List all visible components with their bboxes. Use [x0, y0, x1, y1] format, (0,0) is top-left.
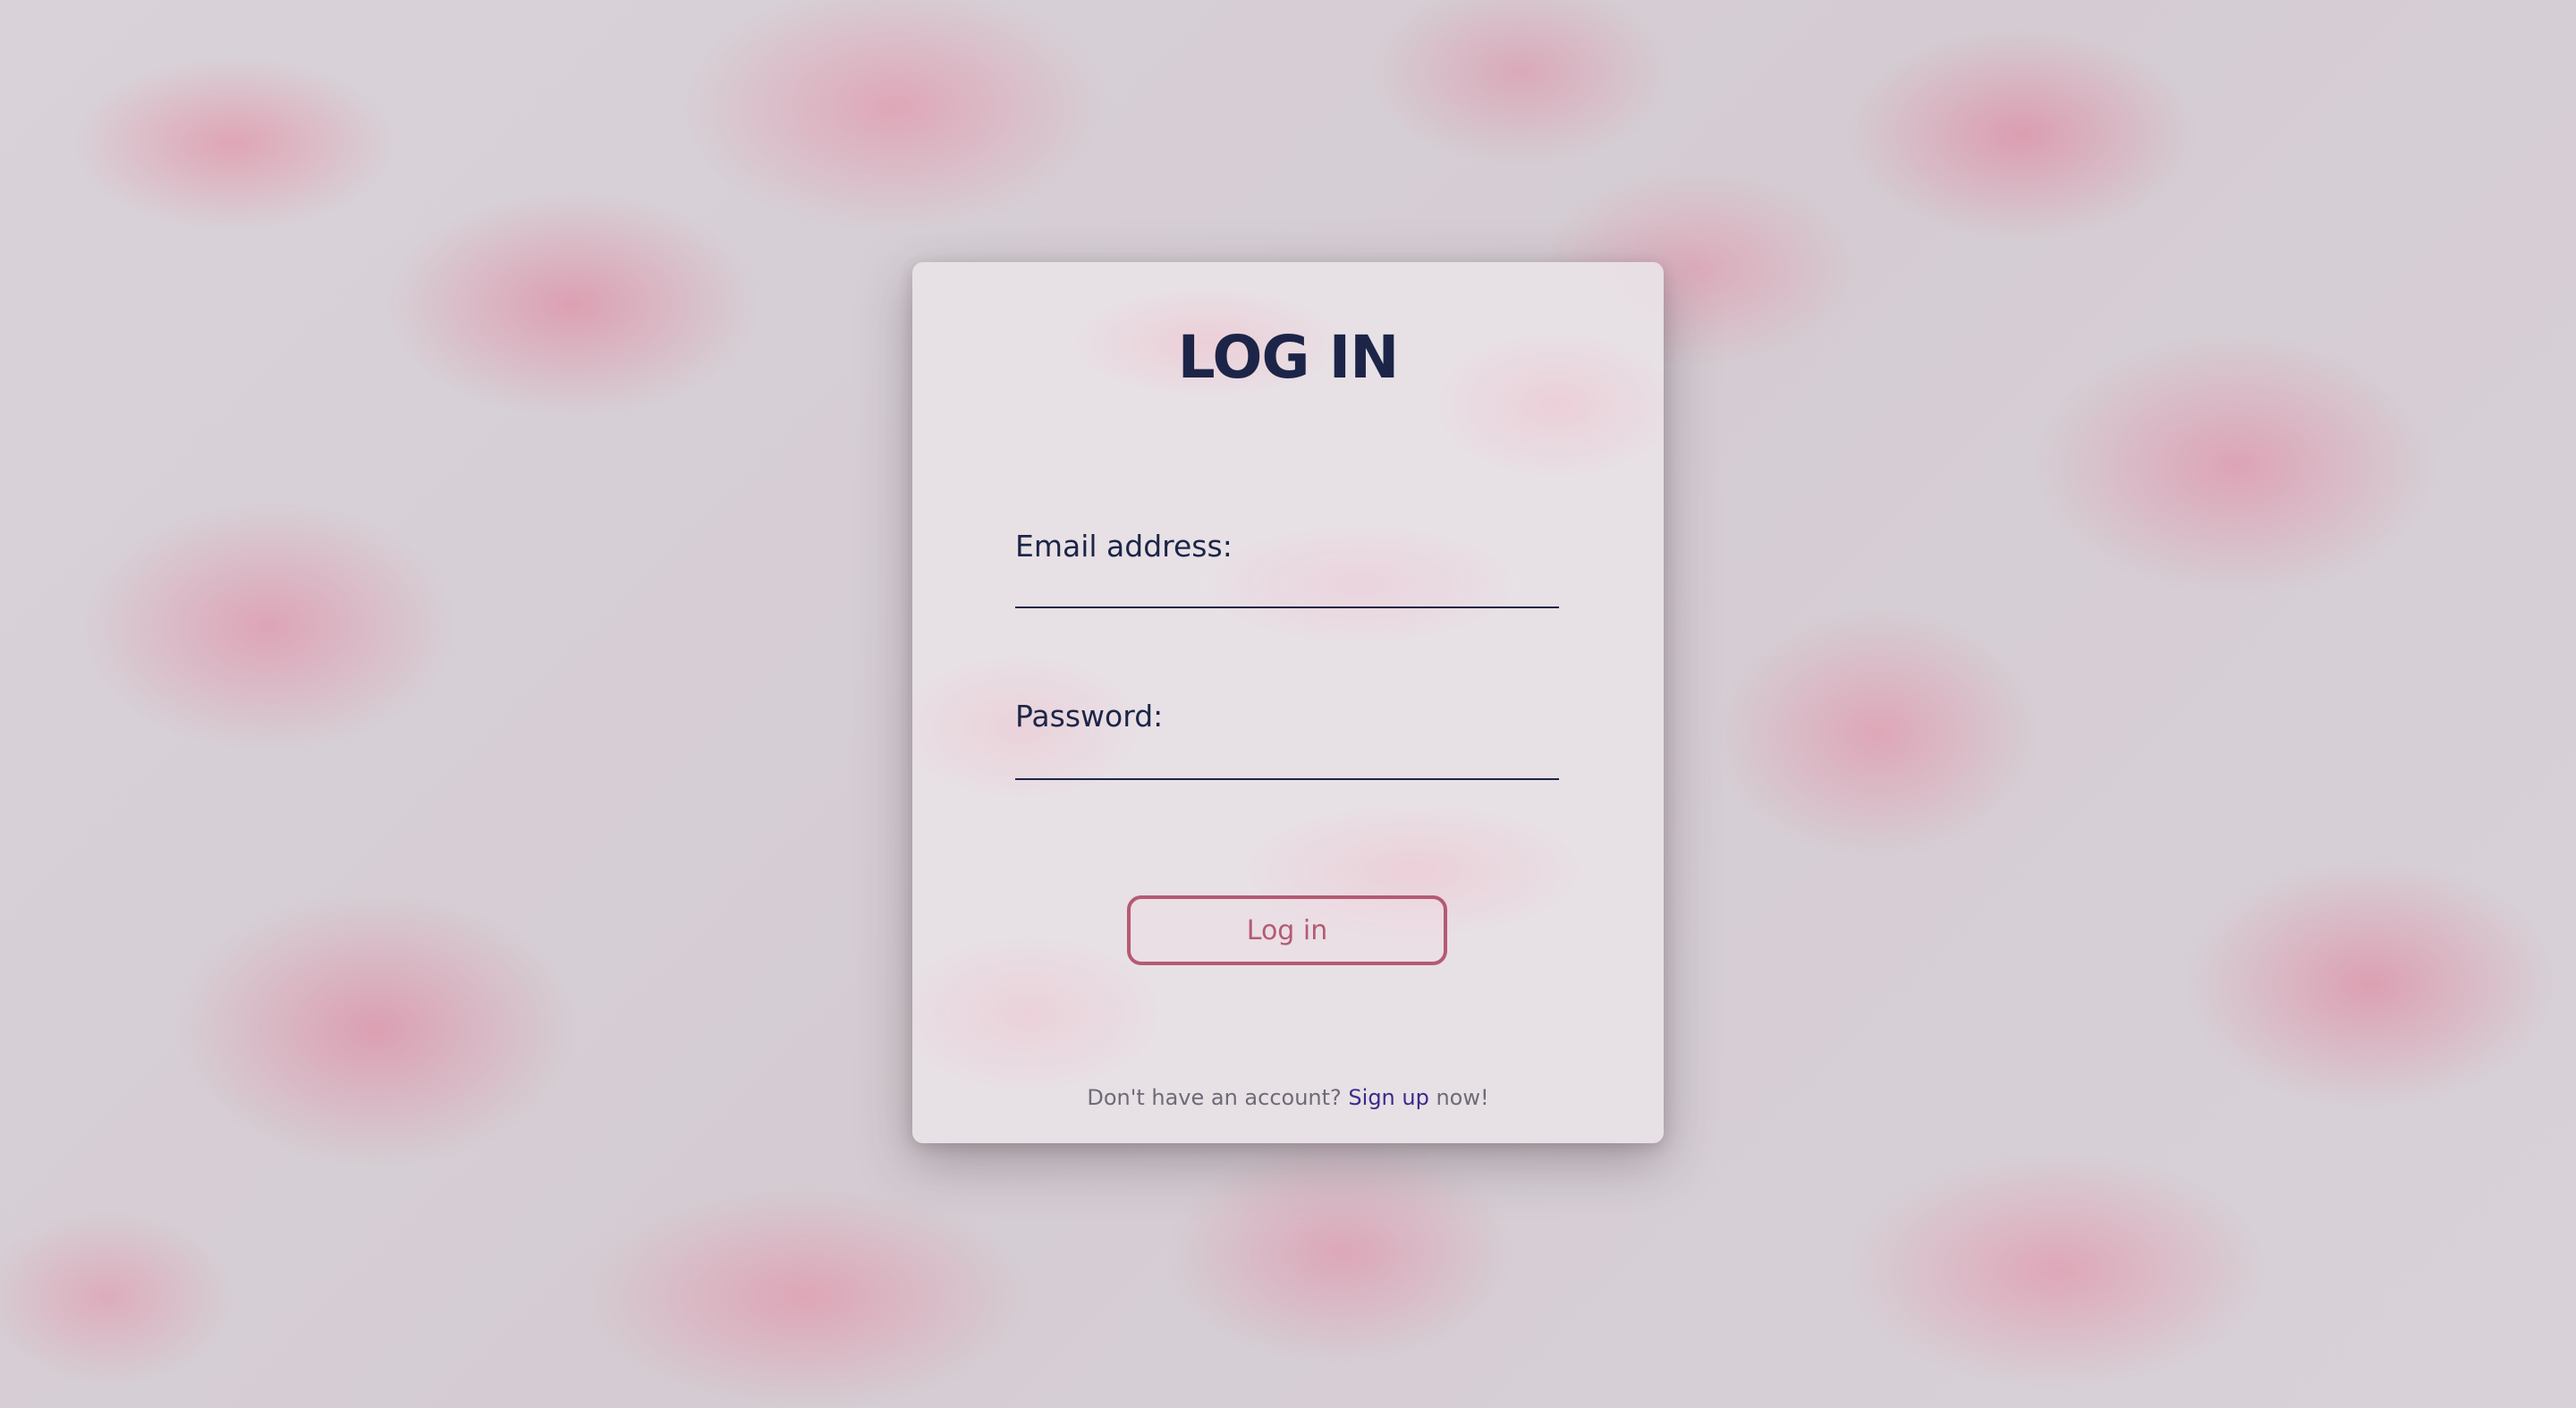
email-field[interactable]: [1015, 571, 1559, 608]
page-title: LOG IN: [1177, 323, 1400, 392]
login-card: LOG IN Email address: Password: Log in D…: [912, 262, 1664, 1143]
signup-prefix-text: Don't have an account?: [1087, 1085, 1349, 1110]
login-button[interactable]: Log in: [1127, 895, 1447, 965]
password-field[interactable]: [1015, 742, 1559, 780]
signup-prompt: Don't have an account? Sign up now!: [912, 1085, 1664, 1110]
signup-link[interactable]: Sign up: [1348, 1085, 1428, 1110]
password-label: Password:: [1015, 699, 1164, 734]
email-label: Email address:: [1015, 529, 1233, 564]
signup-suffix-text: now!: [1428, 1085, 1489, 1110]
